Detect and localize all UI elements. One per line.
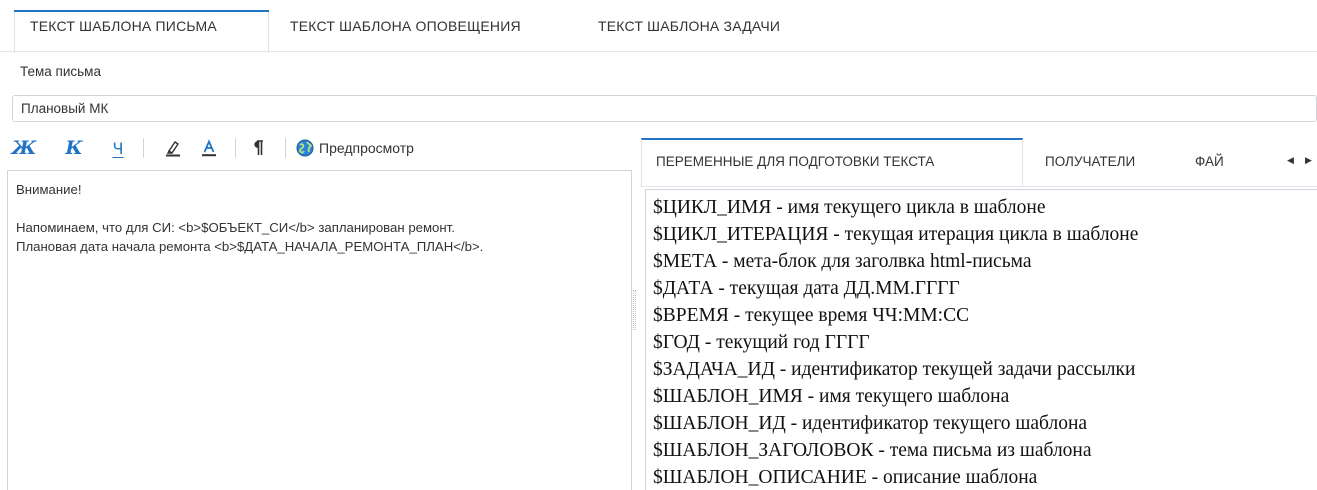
tab-notification-template[interactable]: ТЕКСТ ШАБЛОНА ОПОВЕЩЕНИЯ (290, 0, 521, 52)
template-tabs: ТЕКСТ ШАБЛОНА ПИСЬМА ТЕКСТ ШАБЛОНА ОПОВЕ… (0, 0, 1317, 53)
tab-notification-template-label: ТЕКСТ ШАБЛОНА ОПОВЕЩЕНИЯ (290, 18, 521, 34)
italic-icon: К (65, 137, 83, 159)
tab-email-template-label: ТЕКСТ ШАБЛОНА ПИСЬМА (30, 18, 217, 34)
tab-variables-label: ПЕРЕМЕННЫЕ ДЛЯ ПОДГОТОВКИ ТЕКСТА (656, 154, 935, 169)
tab-task-template[interactable]: ТЕКСТ ШАБЛОНА ЗАДАЧИ (598, 0, 780, 52)
italic-button[interactable]: К (62, 132, 86, 164)
toolbar-separator (285, 138, 286, 158)
tab-scroll-right-icon[interactable]: ▶ (1305, 138, 1312, 182)
tab-recipients-label: ПОЛУЧАТЕЛИ (1045, 154, 1136, 169)
tab-files-label: ФАЙ (1195, 154, 1224, 169)
list-item: $ЗАДАЧА_ИД - идентификатор текущей задач… (653, 359, 1136, 380)
underline-button[interactable]: Ч (107, 132, 129, 164)
text-color-icon (202, 139, 216, 157)
text-color-button[interactable] (198, 132, 220, 164)
list-item: $ЦИКЛ_ИМЯ - имя текущего цикла в шаблоне (653, 197, 1046, 218)
preview-label: Предпросмотр (319, 140, 414, 156)
list-item: $ШАБЛОН_ИД - идентификатор текущего шабл… (653, 413, 1088, 434)
tab-recipients[interactable]: ПОЛУЧАТЕЛИ (1045, 138, 1135, 186)
tab-task-template-label: ТЕКСТ ШАБЛОНА ЗАДАЧИ (598, 18, 781, 34)
preview-button[interactable]: Предпросмотр (296, 132, 466, 164)
toolbar-separator (235, 138, 236, 158)
variables-list: $ЦИКЛ_ИМЯ - имя текущего цикла в шаблоне… (645, 189, 1317, 490)
list-item: $ШАБЛОН_ЗАГОЛОВОК - тема письма из шабло… (653, 440, 1092, 461)
tab-variables[interactable]: ПЕРЕМЕННЫЕ ДЛЯ ПОДГОТОВКИ ТЕКСТА (641, 138, 1023, 186)
bold-icon: Ж (11, 137, 37, 159)
editor-toolbar: Ж К Ч Предпросмотр (12, 132, 632, 168)
list-item: $ГОД - текущий год ГГГГ (653, 332, 870, 353)
list-item: $ДАТА - текущая дата ДД.ММ.ГГГГ (653, 278, 960, 299)
subject-label: Тема письма (20, 64, 101, 79)
underline-icon: Ч (112, 138, 124, 158)
list-item: $ВРЕМЯ - текущее время ЧЧ:ММ:СС (653, 305, 970, 326)
globe-icon (296, 139, 314, 157)
tab-scroll-left-icon[interactable]: ◀ (1287, 138, 1294, 182)
pilcrow-icon (254, 140, 263, 155)
subject-input[interactable] (12, 95, 1317, 122)
list-item: $ШАБЛОН_ОПИСАНИЕ - описание шаблона (653, 467, 1038, 488)
toolbar-separator (143, 138, 144, 158)
side-panel-tabs: ПЕРЕМЕННЫЕ ДЛЯ ПОДГОТОВКИ ТЕКСТА ПОЛУЧАТ… (640, 138, 1317, 187)
list-item: $ЦИКЛ_ИТЕРАЦИЯ - текущая итерация цикла … (653, 224, 1139, 245)
highlight-button[interactable] (162, 132, 184, 164)
panel-splitter[interactable] (633, 290, 636, 330)
bold-button[interactable]: Ж (11, 132, 37, 164)
highlight-icon (166, 141, 180, 157)
template-text-editor[interactable]: Внимание! Напоминаем, что для СИ: <b>$ОБ… (7, 170, 632, 490)
list-item: $ШАБЛОН_ИМЯ - имя текущего шаблона (653, 386, 1010, 407)
tab-files[interactable]: ФАЙ (1195, 138, 1224, 186)
paragraph-button[interactable] (248, 132, 268, 164)
tab-email-template[interactable]: ТЕКСТ ШАБЛОНА ПИСЬМА (14, 0, 269, 53)
list-item: $МЕТА - мета-блок для заголвка html-пись… (653, 251, 1032, 272)
